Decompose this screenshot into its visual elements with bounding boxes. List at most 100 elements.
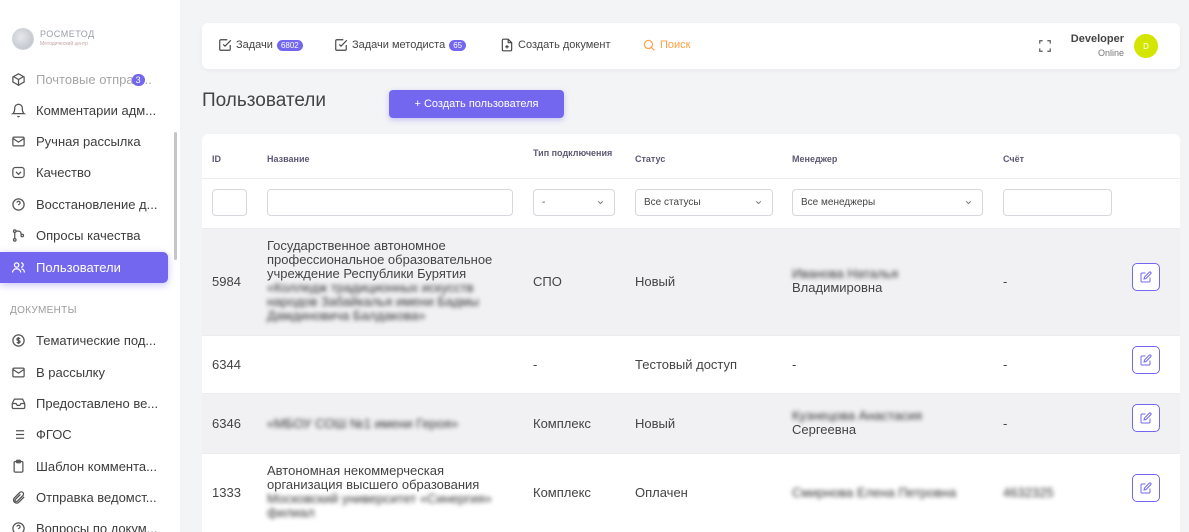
edit-button[interactable] [1132,404,1160,432]
app-logo[interactable]: РОСМЕТОД Методический центр [12,28,95,50]
sidebar-item-label: Опросы качества [36,228,141,243]
edit-icon [1140,354,1152,366]
cell-name: Автономная некоммерческая организация вы… [267,464,512,520]
cell-account: - [1003,357,1008,372]
column-header-account[interactable]: Счёт [1003,154,1024,164]
sidebar-item-comment-template[interactable]: Шаблон коммента... [0,451,168,482]
manager-redacted: Кузнецова Анастасия [792,408,922,423]
status-value: Все статусы [644,197,701,208]
edit-button[interactable] [1132,346,1160,374]
dollar-circle-icon [10,333,26,349]
sidebar-scrollbar[interactable] [174,132,177,260]
name-text: Автономная некоммерческая организация вы… [267,463,480,492]
sidebar: РОСМЕТОД Методический центр Почтовые отп… [0,0,180,532]
sidebar-item-statement-sending[interactable]: Отправка ведомст... [0,482,168,513]
cell-manager: Иванова Наталья Владимировна [792,267,932,295]
sidebar-item-label: Шаблон коммента... [36,459,157,474]
sidebar-section-documents: ДОКУМЕНТЫ [10,305,77,316]
column-header-manager[interactable]: Менеджер [792,154,837,164]
edit-icon [1140,482,1152,494]
edit-button[interactable] [1132,263,1160,291]
user-name[interactable]: Developer [1071,33,1124,45]
git-merge-icon [10,228,26,244]
check-square-icon [335,39,348,51]
manager-select[interactable]: Все менеджеры [792,189,983,216]
column-header-id[interactable]: ID [212,154,221,164]
cell-connection-type: Комплекс [533,485,591,500]
cell-account: 4632325 [1003,485,1054,500]
list-icon [10,427,26,443]
inbox-icon [10,396,26,412]
help-circle-icon [10,197,26,213]
logo-title: РОСМЕТОД [40,29,95,39]
sidebar-item-users[interactable]: Пользователи [0,252,168,283]
help-circle-icon [10,521,26,532]
cell-id: 5984 [212,274,241,289]
connection-type-value: - [542,197,546,208]
cell-account: - [1003,416,1008,431]
chevron-down-icon [597,201,604,205]
column-header-connection-type[interactable]: Тип подключения [533,148,613,158]
manager-redacted: Иванова Наталья [792,266,899,281]
chevron-down-icon [965,201,972,205]
cell-manager: - [792,357,797,372]
cell-account: - [1003,274,1008,289]
name-filter-input[interactable] [267,189,513,216]
mail-icon [10,134,26,150]
sidebar-item-quality[interactable]: Качество [0,157,168,188]
edit-icon [1140,412,1152,424]
edit-button[interactable] [1132,474,1160,502]
avatar[interactable]: D [1134,34,1158,58]
users-table: ID Название Тип подключения Статус Менед… [202,134,1180,532]
box-icon [10,72,26,88]
manager-text: Сергеевна [792,422,857,437]
account-filter-input[interactable] [1003,189,1112,216]
create-document-link[interactable]: Создать документ [500,38,611,52]
sidebar-item-quality-surveys[interactable]: Опросы качества [0,220,168,251]
sidebar-item-label: Отправка ведомст... [36,490,157,505]
sidebar-item-manual-mailing[interactable]: Ручная рассылка [0,126,168,157]
sidebar-item-mail-items[interactable]: Почтовые отпра 3.. [0,64,168,95]
chevron-down-icon [755,201,762,205]
id-filter-input[interactable] [212,189,247,216]
cell-status: Оплачен [635,485,688,500]
sidebar-item-label: ФГОС [36,427,72,442]
fullscreen-icon[interactable] [1038,39,1052,53]
check-square-icon [219,39,232,51]
name-text: Государственное автономное профессиональ… [267,238,493,281]
table-row[interactable]: 5984 Государственное автономное професси… [202,228,1180,335]
connection-type-select[interactable]: - [533,189,615,216]
sidebar-item-provided[interactable]: Предоставлено ве... [0,388,168,419]
status-select[interactable]: Все статусы [635,189,773,216]
column-header-name[interactable]: Название [267,154,309,164]
sidebar-item-label: В рассылку [36,365,106,380]
cell-name: Государственное автономное профессиональ… [267,239,512,323]
cell-id: 1333 [212,485,241,500]
sidebar-item-label: Почтовые отпра [36,72,134,87]
cell-manager: Смирнова Елена Петровна [792,485,957,500]
sidebar-item-label: Предоставлено ве... [36,396,159,411]
methodist-tasks-link[interactable]: Задачи методиста 65 [334,38,467,52]
sidebar-item-fgos[interactable]: ФГОС [0,419,168,450]
table-row[interactable]: 6344 - Тестовый доступ - - [202,335,1180,393]
sidebar-item-recovery[interactable]: Восстановление д... [0,189,168,220]
sidebar-item-label: Восстановление д... [36,197,158,212]
create-user-button[interactable]: + Создать пользователя [389,90,564,118]
edit-icon [1140,271,1152,283]
sidebar-item-label: Качество [36,165,91,180]
column-header-status[interactable]: Статус [635,154,665,164]
sidebar-item-thematic[interactable]: Тематические под... [0,325,168,356]
tasks-link[interactable]: Задачи 6802 [218,38,303,52]
sidebar-item-admin-comments[interactable]: Комментарии адм... [0,95,168,126]
sidebar-item-label: Ручная рассылка [36,134,141,149]
sidebar-item-doc-questions[interactable]: Вопросы по докум... [0,513,168,532]
search-label: Поиск [660,39,691,51]
sidebar-item-to-mailing[interactable]: В рассылку [0,357,168,388]
mail-icon [10,365,26,381]
methodist-tasks-label: Задачи методиста [352,39,446,51]
methodist-count-badge: 65 [449,39,467,51]
table-row[interactable]: 1333 Автономная некоммерческая организац… [202,453,1180,532]
table-row[interactable]: 6346 «МБОУ СОШ №1 имени Героя» Комплекс … [202,393,1180,453]
paperclip-icon [10,490,26,506]
search-link[interactable]: Поиск [642,38,690,52]
